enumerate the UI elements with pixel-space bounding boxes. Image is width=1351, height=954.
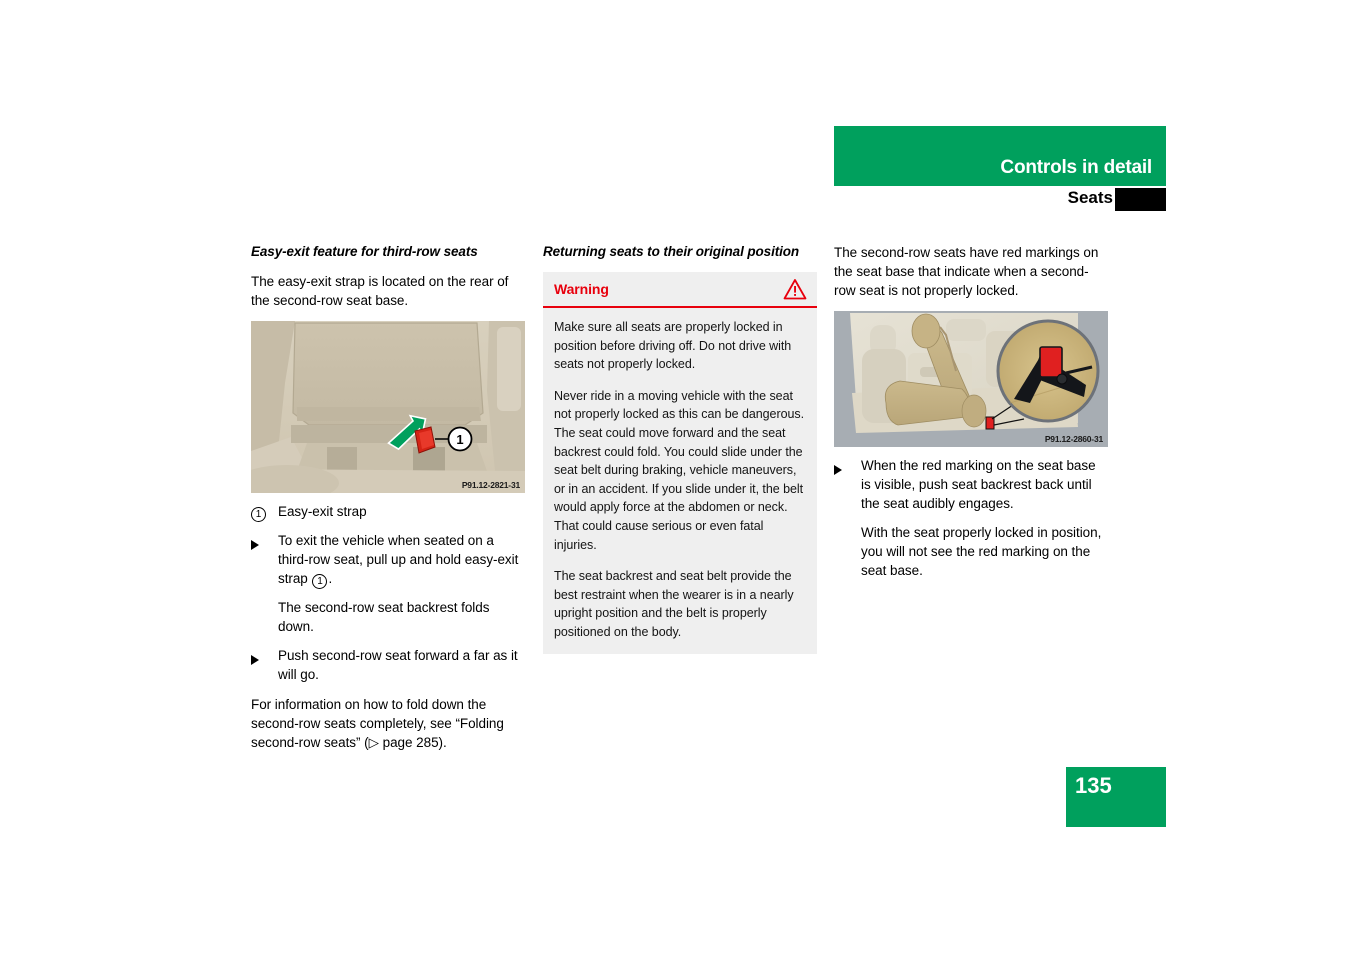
warning-triangle-icon [783,278,807,305]
warning-box: Warning Make sure all seats are properly… [543,272,817,654]
figure-easy-exit-strap-art: 1 [251,321,525,493]
figure-caption-left: P91.12-2821-31 [461,480,520,490]
middle-section-heading: Returning seats to their original positi… [543,244,800,259]
step-text: To exit the vehicle when seated on a thi… [278,531,525,589]
step-text: Push second-row seat forward a far as it… [278,648,518,682]
figure-seat-lock-marking: P91.12-2860-31 [834,311,1108,447]
figure-easy-exit-strap: 1 P91.12-2821-31 [251,321,525,493]
list-item: To exit the vehicle when seated on a thi… [251,531,525,589]
figure-caption-right: P91.12-2860-31 [1044,434,1103,444]
section-name: Seats [1067,188,1113,207]
step-text: When the red marking on the seat base is… [861,458,1096,511]
warning-header: Warning [543,272,817,308]
list-item: When the red marking on the seat base is… [834,456,1108,513]
callout-number-1: 1 [251,507,266,522]
header-banner: Controls in detail [834,126,1166,186]
chapter-thumb-tab [1115,188,1166,211]
callout-number-1-inline: 1 [312,574,328,589]
warning-title: Warning [554,281,609,297]
legend-item-easy-exit-strap: 1 Easy-exit strap [251,502,525,522]
svg-text:1: 1 [456,432,463,447]
legend-number-marker: 1 [251,502,278,522]
triangle-bullet-icon [251,646,278,665]
left-column: Easy-exit feature for third-row seats Th… [251,243,525,763]
warning-paragraph: Make sure all seats are properly locked … [554,320,792,372]
step-result-text: With the seat properly locked in positio… [861,525,1102,578]
right-intro-paragraph: The second-row seats have red markings o… [834,245,1099,298]
step-text-tail: . [328,571,333,586]
page-title: Controls in detail [1000,157,1152,178]
triangle-bullet-icon [834,456,861,475]
warning-body: Make sure all seats are properly locked … [543,308,817,654]
left-closing-paragraph: For information on how to fold down the … [251,697,504,750]
manual-page: Controls in detail Seats Easy-exit featu… [0,0,1351,954]
triangle-bullet-icon [251,531,278,550]
page-number: 135 [1075,773,1112,798]
step-result-text: The second-row seat backrest folds down. [278,600,490,634]
legend-label: Easy-exit strap [278,504,367,519]
list-item: Push second-row seat forward a far as it… [251,646,525,684]
left-section-heading: Easy-exit feature for third-row seats [251,244,478,259]
warning-paragraph: Never ride in a moving vehicle with the … [554,388,804,552]
figure-seat-lock-marking-art [834,311,1108,447]
left-intro-paragraph: The easy-exit strap is located on the re… [251,274,509,308]
page-number-box: 135 [1066,767,1166,827]
middle-column: Returning seats to their original positi… [543,243,817,654]
right-column: The second-row seats have red markings o… [834,243,1108,590]
warning-paragraph: The seat backrest and seat belt provide … [554,569,794,639]
